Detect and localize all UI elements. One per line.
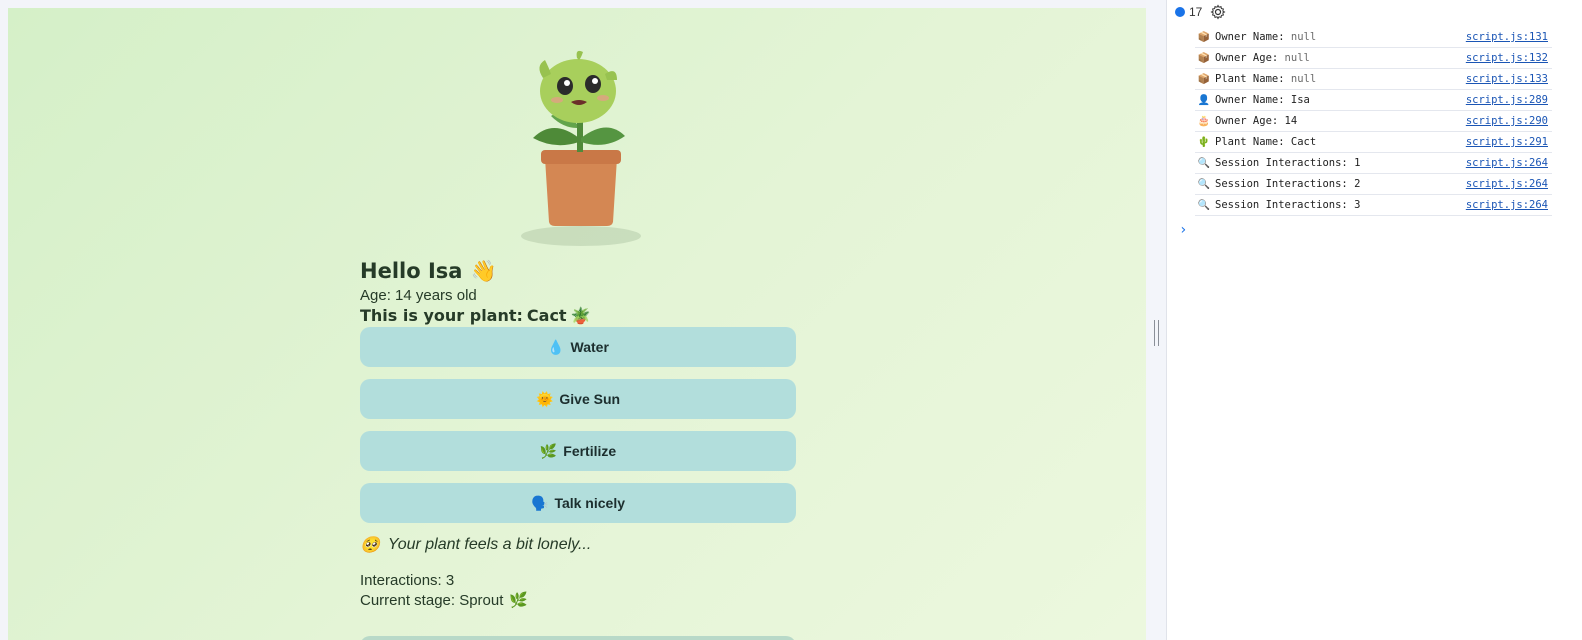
log-value: 1 [1354,157,1361,169]
log-entry: 🔍 Session Interactions: 3 script.js:264 [1195,195,1552,216]
fertilize-button[interactable]: 🌿 Fertilize [360,431,796,471]
log-message: Session Interactions: 2 [1215,178,1466,190]
plant-name-heading: This is your plant: Cact 🪴 [360,305,796,327]
message-count: 17 [1189,5,1203,19]
log-label: Plant Name: [1215,136,1285,148]
log-source-link[interactable]: script.js:264 [1466,178,1548,190]
log-value: 3 [1354,199,1361,211]
plant-prefix: This is your plant: [360,306,523,325]
herb-icon: 🌿 [539,442,558,459]
log-value: null [1290,31,1317,43]
console-toolbar: 17 [1167,0,1582,24]
log-label: Session Interactions: [1215,178,1348,190]
potted-plant-icon: 🪴 [570,306,591,325]
log-value: Isa [1290,94,1310,106]
plant-mood-status: 🥺 Your plant feels a bit lonely... [360,535,796,555]
log-entry: 📦 Plant Name: null script.js:133 [1195,69,1552,90]
pleading-face-icon: 🥺 [360,537,380,554]
log-message: Plant Name: Cact [1215,136,1466,148]
log-source-link[interactable]: script.js:131 [1466,31,1548,43]
log-source-link[interactable]: script.js:264 [1466,199,1548,211]
console-log-list: 📦 Owner Name: null script.js:131 📦 Owner… [1195,27,1552,216]
magnifier-icon: 🔍 [1197,178,1211,190]
package-icon: 📦 [1197,52,1211,64]
person-icon: 👤 [1197,94,1211,106]
droplet-icon: 💧 [547,338,565,355]
speaking-head-icon: 🗣️ [531,494,549,511]
log-message: Plant Name: null [1215,73,1466,85]
wave-icon: 👋 [470,259,497,283]
log-source-link[interactable]: script.js:290 [1466,115,1548,127]
plant-mascot-illustration [521,50,641,246]
log-label: Owner Name: [1215,31,1285,43]
log-value: null [1290,73,1317,85]
log-value: 2 [1354,178,1361,190]
log-entry: 🎂 Owner Age: 14 script.js:290 [1195,111,1552,132]
talk-nicely-button[interactable]: 🗣️ Talk nicely [360,483,796,523]
sun-icon: 🌞 [535,390,554,407]
log-message: Owner Age: null [1215,52,1466,64]
sprout-icon: 🌿 [509,592,529,609]
log-message: Session Interactions: 3 [1215,199,1466,211]
cake-icon: 🎂 [1197,115,1211,127]
water-button[interactable]: 💧 Water [360,327,796,367]
log-entry: 🌵 Plant Name: Cact script.js:291 [1195,132,1552,153]
log-source-link[interactable]: script.js:133 [1466,73,1548,85]
give-sun-button[interactable]: 🌞 Give Sun [360,379,796,419]
growth-stage-text: Current stage: Sprout [360,592,504,609]
plant-name: Cact [526,306,567,325]
log-label: Session Interactions: [1215,199,1348,211]
log-source-link[interactable]: script.js:291 [1466,136,1548,148]
log-value: Cact [1290,136,1317,148]
talk-nicely-button-label: Talk nicely [554,495,625,511]
magnifier-icon: 🔍 [1197,199,1211,211]
log-value: null [1284,52,1310,64]
log-label: Owner Age: [1215,52,1279,64]
devtools-console: 17 📦 Owner Name: null script.js:131 📦 Ow… [1166,0,1582,640]
log-label: Plant Name: [1215,73,1285,85]
log-entry: 👤 Owner Name: Isa script.js:289 [1195,90,1552,111]
water-button-label: Water [570,339,609,355]
console-prompt[interactable]: › [1179,222,1582,238]
log-source-link[interactable]: script.js:264 [1466,157,1548,169]
log-message: Owner Age: 14 [1215,115,1466,127]
magnifier-icon: 🔍 [1197,157,1211,169]
growth-stage: Current stage: Sprout 🌿 [360,591,796,611]
give-sun-button-label: Give Sun [559,391,621,407]
log-label: Session Interactions: [1215,157,1348,169]
cactus-icon: 🌵 [1197,136,1211,148]
log-entry: 🔍 Session Interactions: 2 script.js:264 [1195,174,1552,195]
message-count-icon [1175,7,1185,17]
log-message: Owner Name: null [1215,31,1466,43]
log-value: 14 [1284,115,1298,127]
log-entry: 📦 Owner Name: null script.js:131 [1195,27,1552,48]
panel-resize-splitter[interactable] [1146,0,1166,640]
interactions-count: Interactions: 3 [360,572,455,589]
greeting-heading: Hello Isa 👋 [360,258,796,284]
log-source-link[interactable]: script.js:132 [1466,52,1548,64]
package-icon: 📦 [1197,31,1211,43]
log-message: Session Interactions: 1 [1215,157,1466,169]
log-entry: 🔍 Session Interactions: 1 script.js:264 [1195,153,1552,174]
owner-age-text: Age: 14 years old [360,287,477,304]
mood-text: Your plant feels a bit lonely... [387,536,592,553]
package-icon: 📦 [1197,73,1211,85]
gear-icon[interactable] [1210,4,1226,20]
log-label: Owner Name: [1215,94,1285,106]
resize-grip-icon[interactable] [1154,320,1159,346]
partially-visible-button[interactable] [360,636,796,640]
fertilize-button-label: Fertilize [563,443,617,459]
action-buttons: 💧 Water 🌞 Give Sun 🌿 Fertilize 🗣️ Talk n… [360,327,796,523]
log-message: Owner Name: Isa [1215,94,1466,106]
app-viewport: Hello Isa 👋 Age: 14 years old This is yo… [8,8,1146,640]
log-label: Owner Age: [1215,115,1279,127]
plant-stats: Interactions: 3 Current stage: Sprout 🌿 [360,571,796,611]
greeting-text: Hello Isa [360,259,463,283]
plant-info-panel: Hello Isa 👋 Age: 14 years old This is yo… [360,258,796,611]
log-entry: 📦 Owner Age: null script.js:132 [1195,48,1552,69]
log-source-link[interactable]: script.js:289 [1466,94,1548,106]
